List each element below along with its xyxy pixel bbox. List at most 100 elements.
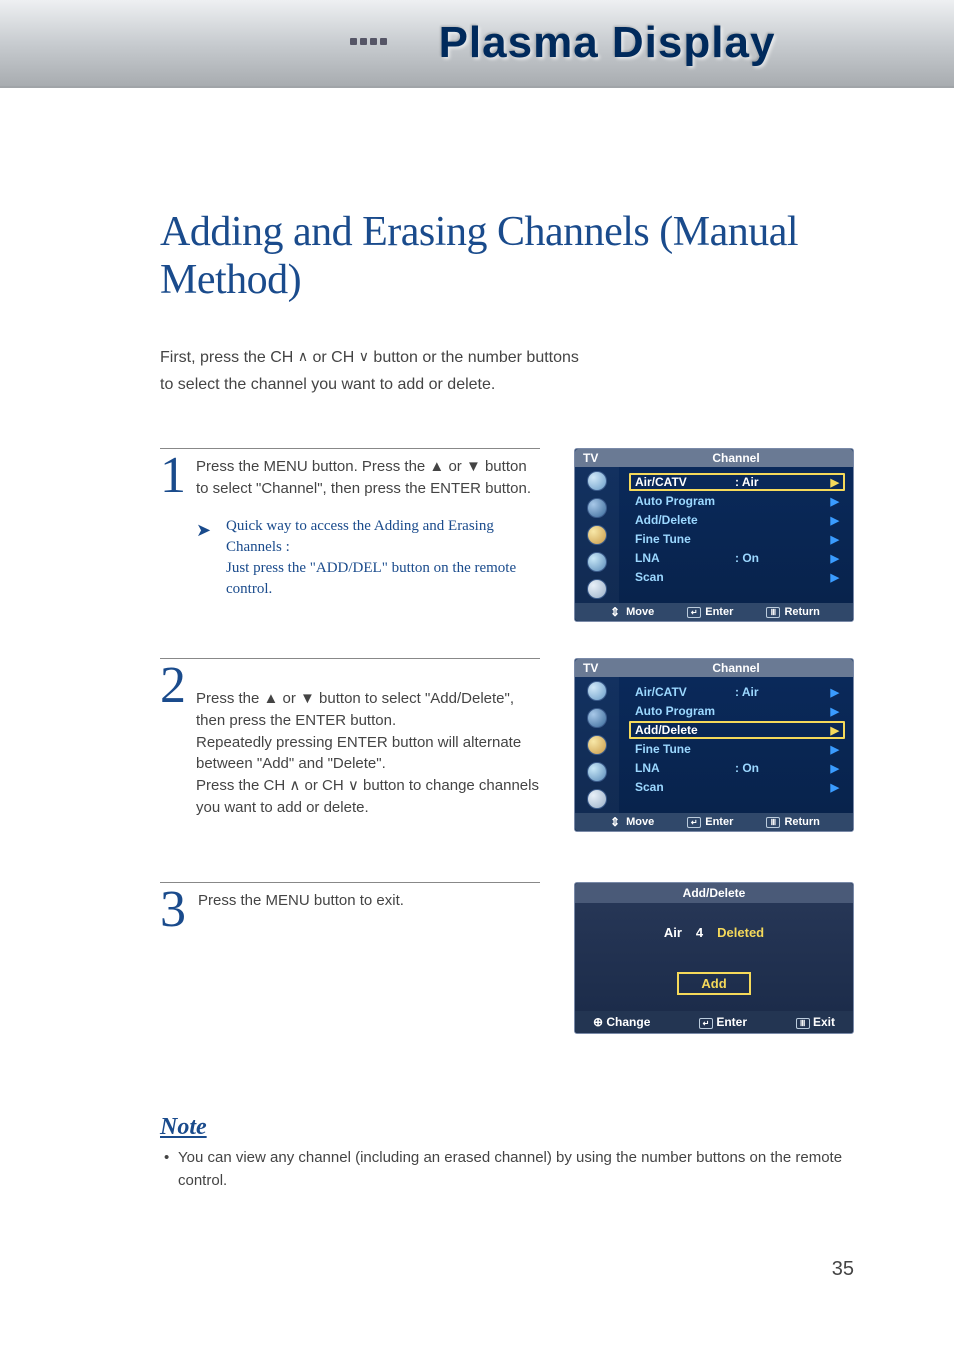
triangle-right-icon: ▶ bbox=[831, 762, 839, 775]
osd-return-hint: ⅢReturn bbox=[766, 606, 819, 618]
osd3-footer: ⊕ Change ↵ Enter Ⅲ Exit bbox=[575, 1011, 853, 1033]
osd-row-finetune[interactable]: Fine Tune▶ bbox=[629, 740, 845, 758]
banner-title: Plasma Display bbox=[439, 18, 776, 68]
step-3: 3 Press the MENU button to exit. bbox=[160, 882, 540, 934]
enter-icon: ↵ bbox=[687, 607, 701, 618]
osd-row-aircatv[interactable]: Air/CATV: Air▶ bbox=[629, 683, 845, 701]
osd-row-aircatv[interactable]: Air/CATV: Air▶ bbox=[629, 473, 845, 491]
step-number: 3 bbox=[160, 887, 186, 934]
quick-l1: Quick way to access the Adding and Erasi… bbox=[226, 518, 494, 555]
osd-tv-label: TV bbox=[583, 451, 627, 465]
ch-up-icon: ∧ bbox=[298, 345, 308, 369]
exit-icon: Ⅲ bbox=[796, 1018, 810, 1029]
return-icon: Ⅲ bbox=[766, 607, 780, 618]
osd-row-scan[interactable]: Scan▶ bbox=[629, 778, 845, 796]
osd-move-hint: Move bbox=[608, 606, 654, 618]
osd-channel-1: TV Channel Air/CATV: Air▶ Auto Program▶ … bbox=[574, 448, 854, 622]
osd-header: TV Channel bbox=[575, 659, 853, 677]
triangle-right-icon: ▶ bbox=[831, 571, 839, 584]
page-title: Adding and Erasing Channels (Manual Meth… bbox=[160, 208, 854, 304]
osd3-title: Add/Delete bbox=[575, 883, 853, 903]
osd-menu-list: Air/CATV: Air▶ Auto Program▶ Add/Delete▶… bbox=[619, 677, 853, 813]
osd-header: TV Channel bbox=[575, 449, 853, 467]
step-text: Press the ▲ or ▼ button to select "Add/D… bbox=[196, 663, 540, 818]
osd-title: Channel bbox=[627, 661, 845, 675]
note-title: Note bbox=[160, 1114, 854, 1141]
osd-row-finetune[interactable]: Fine Tune▶ bbox=[629, 530, 845, 548]
osd-sidebar-icons bbox=[575, 467, 619, 603]
osd3-status: Deleted bbox=[717, 925, 764, 940]
osd3-enter-hint: ↵ Enter bbox=[699, 1015, 747, 1029]
osd-footer: Move ↵Enter ⅢReturn bbox=[575, 813, 853, 831]
step-1-body: Press the MENU button. Press the ▲ or ▼ … bbox=[196, 458, 531, 497]
osd-icon bbox=[587, 498, 607, 518]
osd-icon bbox=[587, 762, 607, 782]
step-2: 2 Press the ▲ or ▼ button to select "Add… bbox=[160, 658, 540, 818]
osd3-status-line: Air 4 Deleted bbox=[585, 925, 843, 940]
intro-part1: First, press the CH bbox=[160, 349, 298, 366]
osd3-exit-hint: Ⅲ Exit bbox=[796, 1015, 835, 1029]
osd-title: Channel bbox=[627, 451, 845, 465]
step-text: Press the MENU button. Press the ▲ or ▼ … bbox=[196, 453, 540, 600]
page-number: 35 bbox=[832, 1258, 854, 1281]
note-section: Note You can view any channel (including… bbox=[160, 1114, 854, 1192]
step-number: 2 bbox=[160, 663, 184, 818]
osd-row-autoprogram[interactable]: Auto Program▶ bbox=[629, 492, 845, 510]
triangle-right-icon: ▶ bbox=[831, 686, 839, 699]
intro-text: First, press the CH ∧ or CH ∨ button or … bbox=[160, 344, 854, 398]
osd-enter-hint: ↵Enter bbox=[687, 816, 733, 828]
enter-icon: ↵ bbox=[699, 1018, 713, 1029]
osd-move-hint: Move bbox=[608, 816, 654, 828]
step-number: 1 bbox=[160, 453, 184, 600]
osd-row-adddelete[interactable]: Add/Delete▶ bbox=[629, 721, 845, 739]
triangle-right-icon: ▶ bbox=[831, 533, 839, 546]
add-button[interactable]: Add bbox=[677, 972, 750, 995]
triangle-right-icon: ▶ bbox=[831, 495, 839, 508]
quick-tip: ➤ Quick way to access the Adding and Era… bbox=[196, 516, 540, 600]
osd-footer: Move ↵Enter ⅢReturn bbox=[575, 603, 853, 621]
osd-tv-label: TV bbox=[583, 661, 627, 675]
step-text: Press the MENU button to exit. bbox=[198, 887, 404, 934]
osd-icon bbox=[587, 525, 607, 545]
step-2-body: Press the ▲ or ▼ button to select "Add/D… bbox=[196, 690, 539, 816]
osd-sidebar-icons bbox=[575, 677, 619, 813]
triangle-right-icon: ▶ bbox=[831, 743, 839, 756]
intro-part3: button or the number buttons bbox=[369, 349, 579, 366]
step-3-body: Press the MENU button to exit. bbox=[198, 892, 404, 909]
triangle-right-icon: ▶ bbox=[831, 724, 839, 737]
triangle-right-icon: ▶ bbox=[831, 514, 839, 527]
osd-row-adddelete[interactable]: Add/Delete▶ bbox=[629, 511, 845, 529]
osd-icon bbox=[587, 681, 607, 701]
osd-icon bbox=[587, 708, 607, 728]
osd-icon bbox=[587, 552, 607, 572]
osd-enter-hint: ↵Enter bbox=[687, 606, 733, 618]
return-icon: Ⅲ bbox=[766, 817, 780, 828]
triangle-right-icon: ▶ bbox=[831, 552, 839, 565]
ch-down-icon: ∨ bbox=[359, 345, 369, 369]
osd-icon bbox=[587, 579, 607, 599]
osd3-channel: 4 bbox=[696, 925, 703, 940]
osd-icon bbox=[587, 735, 607, 755]
banner-dots-icon bbox=[350, 38, 387, 45]
updown-icon bbox=[608, 817, 622, 828]
osd3-change-hint: ⊕ Change bbox=[593, 1015, 650, 1029]
osd-menu-list: Air/CATV: Air▶ Auto Program▶ Add/Delete▶… bbox=[619, 467, 853, 603]
osd-channel-2: TV Channel Air/CATV: Air▶ Auto Program▶ … bbox=[574, 658, 854, 832]
osd-row-autoprogram[interactable]: Auto Program▶ bbox=[629, 702, 845, 720]
enter-icon: ↵ bbox=[687, 817, 701, 828]
osd-icon bbox=[587, 789, 607, 809]
header-banner: Plasma Display bbox=[0, 0, 954, 88]
tip-arrow-icon: ➤ bbox=[196, 518, 211, 543]
intro-part2: or CH bbox=[308, 349, 359, 366]
triangle-right-icon: ▶ bbox=[831, 476, 839, 489]
osd-add-delete: Add/Delete Air 4 Deleted Add ⊕ Change ↵ … bbox=[574, 882, 854, 1034]
note-text: You can view any channel (including an e… bbox=[160, 1147, 854, 1192]
triangle-right-icon: ▶ bbox=[831, 781, 839, 794]
osd-row-lna[interactable]: LNA: On▶ bbox=[629, 759, 845, 777]
osd3-source: Air bbox=[664, 925, 682, 940]
updown-icon bbox=[608, 607, 622, 618]
osd-row-lna[interactable]: LNA: On▶ bbox=[629, 549, 845, 567]
quick-l2: Just press the "ADD/DEL" button on the r… bbox=[226, 560, 516, 597]
osd-icon bbox=[587, 471, 607, 491]
osd-row-scan[interactable]: Scan▶ bbox=[629, 568, 845, 586]
